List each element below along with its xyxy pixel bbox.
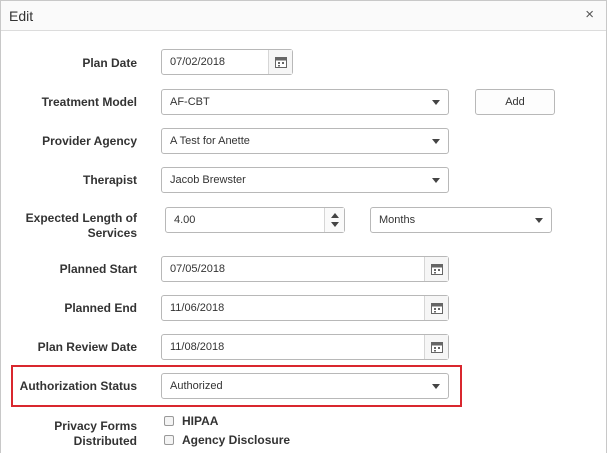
expected-length-label: Expected Length of Services: [0, 211, 137, 241]
chevron-down-icon: [432, 178, 440, 183]
privacy-forms-label-line2: Distributed: [73, 434, 137, 448]
planned-end-label: Planned End: [64, 301, 137, 315]
expected-length-label-line2: Services: [87, 226, 137, 240]
calendar-icon[interactable]: [268, 50, 292, 74]
plan-review-date-input[interactable]: 11/08/2018: [161, 334, 449, 360]
length-unit-value: Months: [379, 214, 416, 226]
dialog-title: Edit: [9, 8, 34, 24]
planned-end-input[interactable]: 11/06/2018: [161, 295, 449, 321]
chevron-down-icon: [535, 218, 543, 223]
plan-date-label: Plan Date: [82, 56, 137, 70]
calendar-icon[interactable]: [424, 257, 448, 281]
plan-date-input[interactable]: 07/02/2018: [161, 49, 293, 75]
privacy-forms-label: Privacy Forms Distributed: [0, 419, 137, 449]
expected-length-stepper[interactable]: 4.00: [165, 207, 345, 233]
chevron-down-icon: [432, 384, 440, 389]
planned-start-label: Planned Start: [59, 262, 137, 276]
therapist-label: Therapist: [82, 173, 137, 187]
agency-disclosure-checkbox[interactable]: [164, 435, 174, 445]
dialog-titlebar: Edit ×: [1, 1, 606, 31]
authorization-status-label: Authorization Status: [19, 379, 137, 393]
edit-dialog: Edit × Plan Date 07/02/2018 Treatment Mo…: [0, 0, 607, 453]
calendar-icon[interactable]: [424, 296, 448, 320]
treatment-model-label: Treatment Model: [41, 95, 137, 109]
arrow-up-icon[interactable]: [331, 213, 339, 218]
add-button[interactable]: Add: [475, 89, 555, 115]
therapist-value: Jacob Brewster: [170, 174, 246, 186]
close-icon[interactable]: ×: [585, 7, 594, 23]
provider-agency-value: A Test for Anette: [170, 135, 250, 147]
provider-agency-select[interactable]: A Test for Anette: [161, 128, 449, 154]
hipaa-checkbox-label[interactable]: HIPAA: [182, 414, 218, 428]
plan-review-date-label: Plan Review Date: [37, 340, 137, 354]
planned-start-input[interactable]: 07/05/2018: [161, 256, 449, 282]
chevron-down-icon: [432, 139, 440, 144]
plan-review-date-value: 11/08/2018: [170, 341, 225, 353]
privacy-forms-label-line1: Privacy Forms: [54, 419, 137, 433]
stepper-icon[interactable]: [324, 208, 344, 232]
provider-agency-label: Provider Agency: [42, 134, 137, 148]
arrow-down-icon[interactable]: [331, 222, 339, 227]
planned-end-value: 11/06/2018: [170, 302, 225, 314]
treatment-model-select[interactable]: AF-CBT: [161, 89, 449, 115]
therapist-select[interactable]: Jacob Brewster: [161, 167, 449, 193]
hipaa-checkbox[interactable]: [164, 416, 174, 426]
chevron-down-icon: [432, 100, 440, 105]
length-unit-select[interactable]: Months: [370, 207, 552, 233]
authorization-status-select[interactable]: Authorized: [161, 373, 449, 399]
plan-date-value: 07/02/2018: [170, 56, 226, 68]
expected-length-label-line1: Expected Length of: [25, 211, 137, 225]
authorization-status-value: Authorized: [170, 380, 223, 392]
expected-length-value: 4.00: [174, 214, 196, 226]
planned-start-value: 07/05/2018: [170, 263, 226, 275]
agency-disclosure-checkbox-label[interactable]: Agency Disclosure: [182, 433, 290, 447]
calendar-icon[interactable]: [424, 335, 448, 359]
treatment-model-value: AF-CBT: [170, 96, 210, 108]
